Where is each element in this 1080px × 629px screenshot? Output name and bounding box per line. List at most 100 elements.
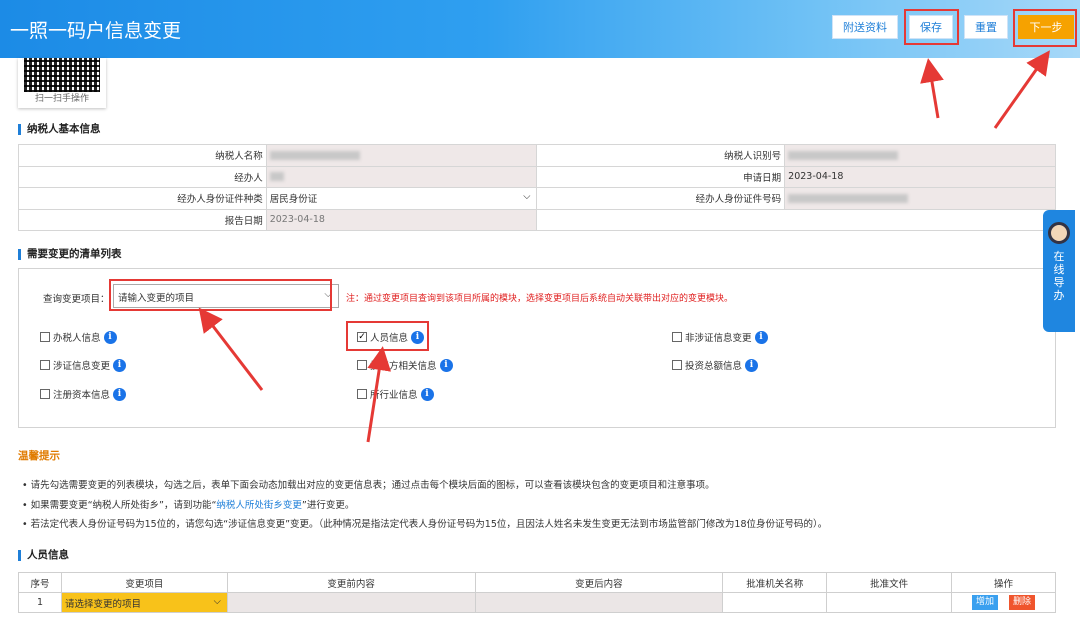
column-header: 变更后内容 [474, 572, 724, 593]
select-value: 请选择变更的项目 [64, 598, 141, 610]
table-row: 经办人身份证件种类 居民身份证 ⌵ 经办人身份证件号码 [18, 187, 1056, 210]
tip-text: ”进行变更。 [301, 500, 355, 511]
id-type-label: 经办人身份证件种类 [18, 187, 267, 210]
qr-code-card[interactable]: 扫一扫手操作 [18, 58, 106, 108]
info-icon[interactable]: i [420, 387, 434, 401]
online-guide-widget[interactable]: 在线导办 [1043, 210, 1075, 332]
chevron-down-icon: ⌵ [213, 596, 221, 607]
checkbox-label: 投资方相关信息 [370, 361, 437, 372]
taxpayer-name-value [265, 144, 538, 167]
checkbox-registered-capital[interactable]: 注册资本信息 i [40, 387, 127, 401]
operator-value [265, 165, 538, 188]
tips-title: 温馨提示 [18, 450, 60, 462]
report-date-value: 2023-04-18 [265, 208, 538, 231]
column-header: 批准文件 [826, 572, 953, 593]
tip-text: 如果需要变更“纳税人所处街乡”，请到功能“ [30, 500, 217, 511]
checkbox[interactable] [40, 332, 50, 342]
actions-cell: 增加 删除 [951, 592, 1056, 613]
chevron-down-icon: ⌵ [523, 191, 531, 202]
add-row-button[interactable]: 增加 [971, 595, 998, 610]
checkbox-label: 涉证信息变更 [53, 361, 111, 372]
redacted-value [788, 150, 899, 160]
table-row: 1 请选择变更的项目 ⌵ 增加 删除 [18, 592, 1056, 613]
arrow-to-next [993, 50, 1050, 129]
checkbox-investor-info[interactable]: 投资方相关信息 i [357, 358, 453, 372]
change-list-title: 需要变更的清单列表 [18, 249, 122, 260]
checkbox-label: 注册资本信息 [53, 390, 111, 401]
apply-date-label: 申请日期 [536, 165, 786, 188]
empty-cell [536, 208, 785, 231]
id-number-label: 经办人身份证件号码 [536, 187, 786, 210]
checkbox-industry-info[interactable]: 所行业信息 i [357, 387, 434, 401]
column-header: 变更前内容 [226, 572, 476, 593]
tip-text: 请先勾选需要变更的列表模块，勾选之后，表单下面会动态加载出对应的变更信息表；通过… [30, 480, 715, 491]
taxpayer-id-label: 纳税人识别号 [536, 144, 786, 167]
redacted-value [269, 172, 284, 182]
qr-code-image [24, 58, 100, 92]
operator-label: 经办人 [18, 165, 267, 188]
id-type-select[interactable]: 居民身份证 ⌵ [265, 187, 538, 210]
tip-item: • 若法定代表人身份证号码为15位的，请您勾选“涉证信息变更”变更。（此种情况是… [22, 519, 828, 530]
before-content-cell [226, 592, 476, 613]
id-type-value: 居民身份证 [269, 194, 318, 206]
personnel-highlight-box [346, 321, 429, 351]
query-note: 注：通过变更项目查询到该项目所属的模块，选择变更项目后系统自动关联带出对应的变更… [346, 294, 734, 304]
page-title: 一照一码户信息变更 [10, 20, 182, 42]
checkbox-cert-change[interactable]: 涉证信息变更 i [40, 358, 127, 372]
after-content-cell [474, 592, 724, 613]
reset-button[interactable]: 重置 [964, 15, 1008, 39]
taxpayer-id-value [784, 144, 1056, 167]
redacted-value [788, 193, 909, 203]
checkbox-handler-info[interactable]: 办税人信息 i [40, 330, 117, 344]
info-icon[interactable]: i [439, 358, 453, 372]
save-highlight-box [904, 9, 959, 45]
id-number-value [784, 187, 1056, 210]
info-icon[interactable]: i [745, 358, 759, 372]
checkbox[interactable] [672, 360, 682, 370]
checkbox-label: 所行业信息 [370, 390, 418, 401]
query-highlight-box [109, 279, 332, 311]
table-header-row: 序号 变更项目 变更前内容 变更后内容 批准机关名称 批准文件 操作 [18, 572, 1056, 593]
tip-item: • 请先勾选需要变更的列表模块，勾选之后，表单下面会动态加载出对应的变更信息表；… [22, 480, 715, 491]
attach-files-button[interactable]: 附送资料 [832, 15, 898, 39]
info-icon[interactable]: i [754, 330, 768, 344]
checkbox-label: 投资总额信息 [685, 361, 743, 372]
checkbox[interactable] [357, 360, 367, 370]
column-header: 操作 [951, 572, 1056, 593]
checkbox[interactable] [672, 332, 682, 342]
checkbox-total-investment[interactable]: 投资总额信息 i [672, 358, 759, 372]
personnel-section-title: 人员信息 [18, 550, 69, 561]
redacted-value [269, 150, 360, 160]
empty-cell [784, 208, 1056, 231]
change-item-select[interactable]: 请选择变更的项目 ⌵ [60, 592, 228, 613]
query-label: 查询变更项目： [43, 294, 110, 305]
checkbox[interactable] [40, 389, 50, 399]
street-change-link[interactable]: 纳税人所处街乡变更 [216, 500, 302, 511]
column-header: 批准机关名称 [722, 572, 828, 593]
table-row: 报告日期 2023-04-18 [18, 208, 1056, 231]
assistant-avatar-icon [1048, 222, 1070, 244]
checkbox[interactable] [40, 360, 50, 370]
column-header: 变更项目 [60, 572, 228, 593]
taxpayer-name-label: 纳税人名称 [18, 144, 267, 167]
checkbox-non-cert-change[interactable]: 非涉证信息变更 i [672, 330, 768, 344]
report-date-label: 报告日期 [18, 208, 267, 231]
table-row: 经办人 申请日期 2023-04-18 [18, 165, 1056, 188]
apply-date-value: 2023-04-18 [784, 165, 1056, 188]
next-highlight-box [1013, 9, 1077, 47]
personnel-table: 序号 变更项目 变更前内容 变更后内容 批准机关名称 批准文件 操作 1 请选择… [18, 572, 1056, 613]
taxpayer-info-table: 纳税人名称 纳税人识别号 经办人 申请日期 2023-04-18 经办人身份证件… [18, 144, 1056, 231]
info-icon[interactable]: i [113, 387, 127, 401]
info-icon[interactable]: i [113, 358, 127, 372]
tip-item: • 如果需要变更“纳税人所处街乡”，请到功能“纳税人所处街乡变更”进行变更。 [22, 500, 355, 511]
table-row: 纳税人名称 纳税人识别号 [18, 144, 1056, 167]
tip-text: 若法定代表人身份证号码为15位的，请您勾选“涉证信息变更”变更。（此种情况是指法… [30, 519, 828, 530]
qr-caption: 扫一扫手操作 [34, 94, 89, 104]
approval-document-cell[interactable] [826, 592, 953, 613]
checkbox[interactable] [357, 389, 367, 399]
online-guide-label: 在线导办 [1053, 250, 1065, 302]
checkbox-label: 非涉证信息变更 [685, 333, 752, 344]
delete-row-button[interactable]: 删除 [1009, 595, 1036, 610]
approval-authority-cell[interactable] [722, 592, 828, 613]
info-icon[interactable]: i [103, 330, 117, 344]
